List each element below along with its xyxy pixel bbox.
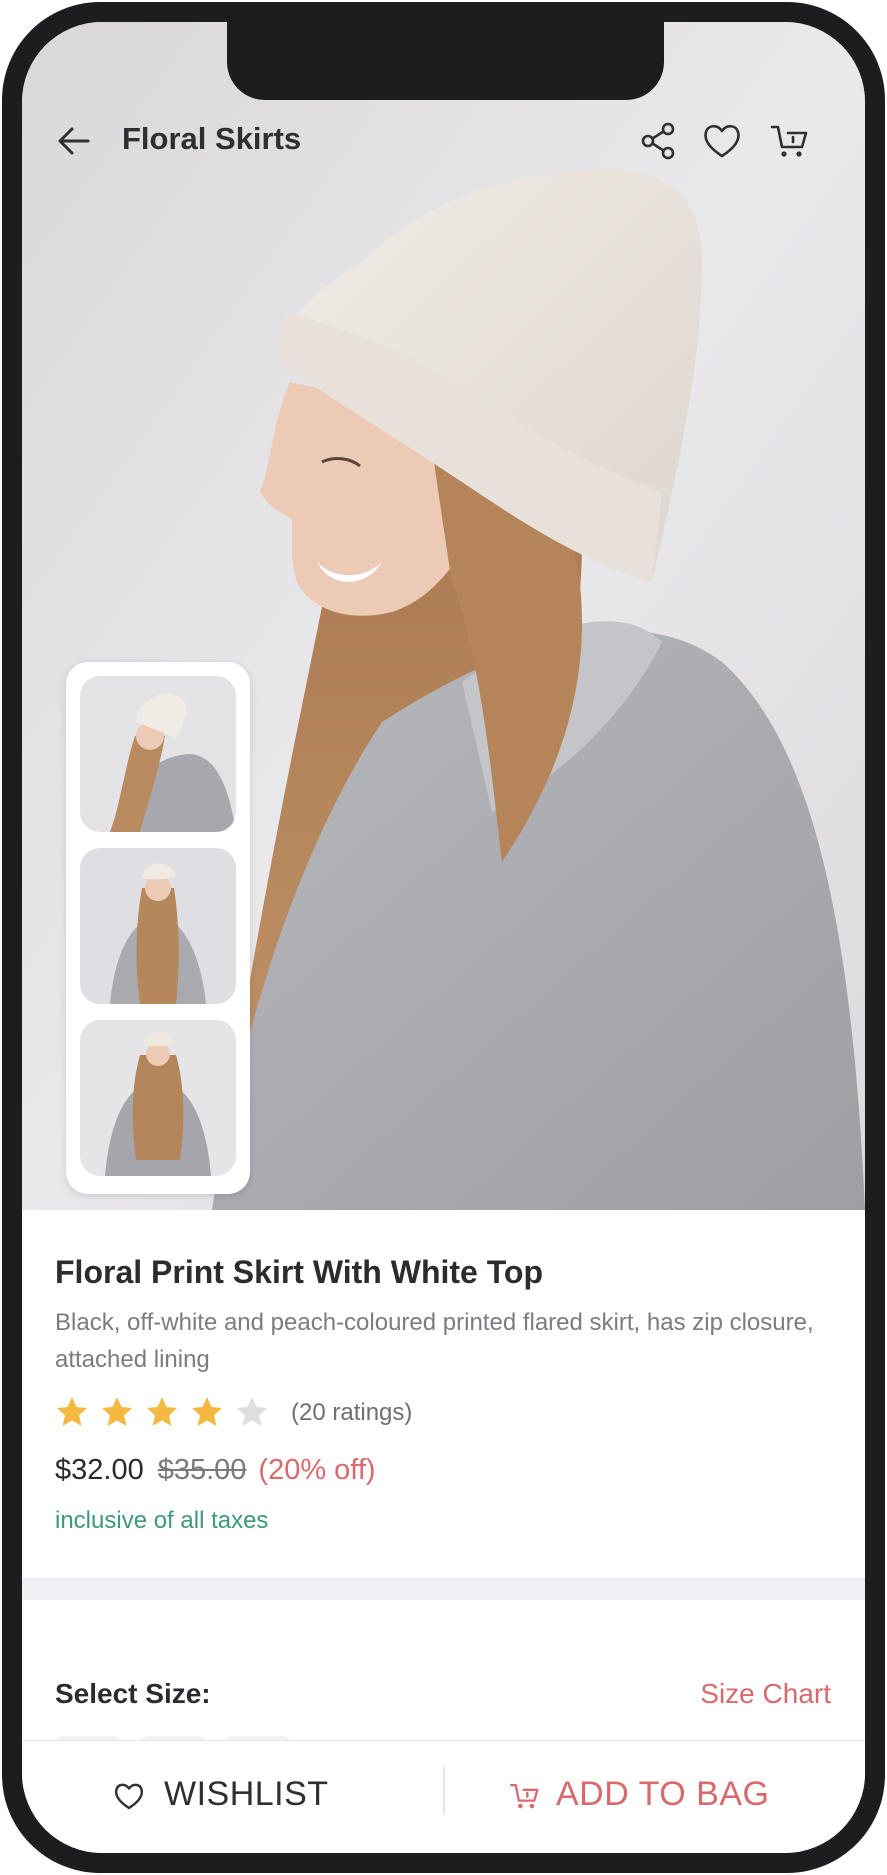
rating-count: (20 ratings)	[291, 1399, 413, 1426]
add-to-bag-label: ADD TO BAG	[556, 1775, 770, 1813]
back-arrow-icon[interactable]	[54, 121, 94, 161]
app-screen: Floral Skirts Floral Print Skirt With Wh…	[22, 22, 865, 1853]
thumbnail-photo	[80, 676, 236, 832]
share-icon[interactable]	[636, 119, 680, 163]
cart-icon	[509, 1784, 539, 1809]
add-to-bag-button[interactable]: ADD TO BAG	[492, 1741, 822, 1841]
product-description: Black, off-white and peach-coloured prin…	[55, 1309, 814, 1373]
star-filled-icon	[147, 1397, 177, 1426]
product-title: Floral Print Skirt With White Top	[55, 1254, 543, 1290]
heart-icon[interactable]	[700, 119, 744, 163]
tax-note: inclusive of all taxes	[55, 1507, 269, 1534]
product-hero-image[interactable]: Floral Skirts	[22, 22, 865, 1210]
thumbnail-image[interactable]	[80, 1020, 236, 1176]
section-divider	[22, 1578, 865, 1600]
price-row: $32.00 $35.00 (20% off)	[55, 1454, 376, 1487]
top-navigation-bar: Floral Skirts	[22, 107, 865, 177]
select-size-label: Select Size:	[55, 1678, 211, 1709]
thumbnail-photo	[80, 848, 236, 1004]
thumbnail-photo	[80, 1020, 236, 1176]
discount-label: (20% off)	[258, 1454, 376, 1486]
thumbnail-image[interactable]	[80, 848, 236, 1004]
cart-icon[interactable]	[768, 119, 812, 163]
thumbnail-image[interactable]	[80, 676, 236, 832]
page-title: Floral Skirts	[122, 121, 302, 156]
heart-icon	[114, 1783, 144, 1810]
star-filled-icon	[57, 1397, 87, 1426]
bottom-action-bar: WISHLIST ADD TO BAG	[22, 1740, 865, 1853]
current-price: $32.00	[55, 1454, 144, 1486]
original-price: $35.00	[157, 1454, 247, 1486]
star-empty-icon	[237, 1397, 267, 1426]
image-thumbnail-strip	[66, 662, 250, 1194]
star-filled-icon	[102, 1397, 132, 1426]
phone-frame: Floral Skirts Floral Print Skirt With Wh…	[2, 2, 885, 1873]
bar-divider	[443, 1767, 445, 1815]
size-chart-link[interactable]: Size Chart	[700, 1678, 831, 1710]
size-section: Select Size: Size Chart	[22, 1600, 865, 1748]
phone-notch	[227, 22, 664, 100]
wishlist-label: WISHLIST	[164, 1775, 329, 1813]
product-info-section: Floral Print Skirt With White Top Black,…	[22, 1210, 865, 1578]
star-filled-icon	[192, 1397, 222, 1426]
wishlist-button[interactable]: WISHLIST	[82, 1741, 382, 1841]
